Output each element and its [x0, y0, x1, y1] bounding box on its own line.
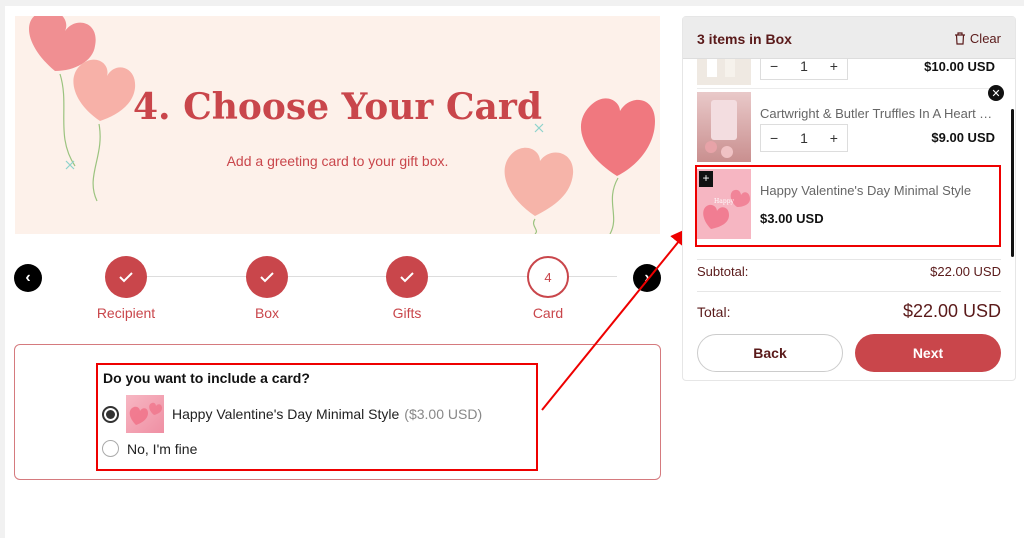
prev-arrow-button[interactable]: ‹ [14, 264, 42, 292]
subtotal-value: $22.00 USD [930, 264, 1001, 279]
total-row: Total: $22.00 USD [697, 301, 1001, 322]
minus-icon[interactable]: − [770, 59, 778, 74]
clear-label: Clear [969, 31, 1001, 46]
page-title: 4. Choose Your Card [132, 86, 543, 128]
list-item: − 1 + $10.00 USD [697, 59, 1001, 89]
step-label: Recipient [96, 305, 156, 321]
annotation-box-card-item [695, 165, 1001, 247]
plus-icon[interactable]: + [830, 59, 838, 74]
divider [697, 259, 1001, 260]
quantity-stepper[interactable]: − 1 + [760, 124, 848, 152]
quantity-value: 1 [800, 59, 808, 74]
card-step-banner: 4. Choose Your Card Add a greeting card … [15, 16, 660, 234]
clear-button[interactable]: Clear [954, 31, 1001, 46]
step-recipient[interactable]: Recipient [66, 256, 186, 321]
page-subtitle: Add a greeting card to your gift box. [226, 153, 449, 169]
step-label: Card [532, 305, 564, 321]
step-box[interactable]: Box [207, 256, 327, 321]
trash-icon [954, 32, 965, 45]
item-price: $9.00 USD [931, 130, 995, 145]
step-number: 4 [527, 256, 569, 298]
subtotal-label: Subtotal: [697, 264, 749, 279]
quantity-stepper[interactable]: − 1 + [760, 59, 848, 80]
quantity-value: 1 [800, 130, 808, 146]
sidebar-header: 3 items in Box Clear [683, 17, 1015, 59]
annotation-box-question [96, 363, 538, 471]
total-value: $22.00 USD [902, 301, 1001, 321]
chevron-left-icon: ‹ [25, 269, 31, 286]
box-item-count: 3 items in Box [697, 31, 792, 47]
check-icon [386, 256, 428, 298]
item-name: Cartwright & Butler Truffles In A Heart … [760, 106, 995, 121]
item-thumbnail [697, 59, 751, 85]
chevron-right-icon: › [644, 269, 650, 286]
divider [697, 291, 1001, 292]
check-icon [105, 256, 147, 298]
next-arrow-button[interactable]: › [633, 264, 661, 292]
close-icon: ✕ [991, 87, 1001, 100]
list-item: Cartwright & Butler Truffles In A Heart … [697, 92, 1001, 166]
step-gifts[interactable]: Gifts [347, 256, 467, 321]
step-label: Gifts [392, 305, 422, 321]
remove-item-button[interactable]: ✕ [988, 85, 1004, 101]
subtotal-row: Subtotal: $22.00 USD [697, 264, 1001, 279]
step-label: Box [254, 305, 280, 321]
item-price: $10.00 USD [924, 59, 995, 74]
item-thumbnail [697, 92, 751, 162]
minus-icon[interactable]: − [770, 130, 778, 146]
back-button[interactable]: Back [697, 334, 843, 372]
list-scrollbar[interactable] [1011, 109, 1014, 257]
next-button[interactable]: Next [855, 334, 1001, 372]
step-card[interactable]: 4 Card [488, 256, 608, 321]
check-icon [246, 256, 288, 298]
total-label: Total: [697, 303, 731, 320]
plus-icon[interactable]: + [830, 130, 838, 146]
